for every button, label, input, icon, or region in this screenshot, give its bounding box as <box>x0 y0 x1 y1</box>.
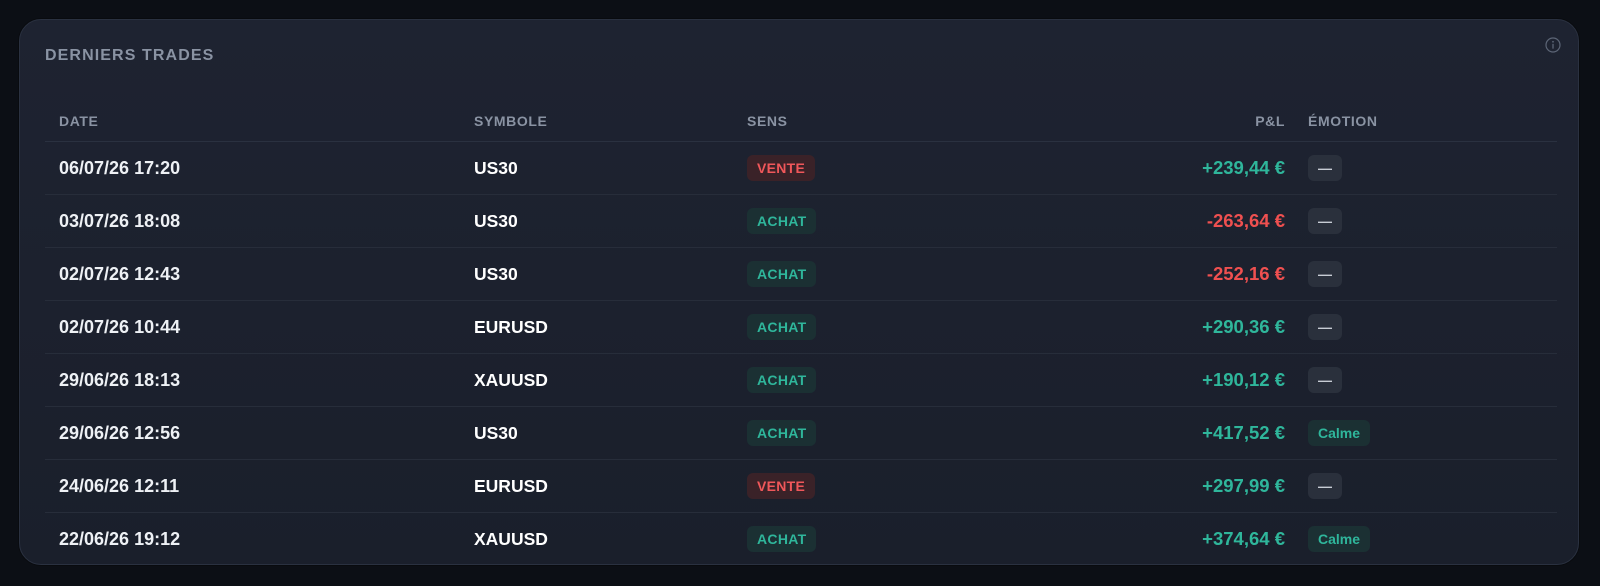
table-header-row: DATE SYMBOLE SENS P&L ÉMOTION <box>45 100 1557 142</box>
trade-date: 24/06/26 12:11 <box>59 475 180 496</box>
column-header-date[interactable]: DATE <box>59 113 98 129</box>
table-row[interactable]: 24/06/26 12:11 EURUSD VENTE +297,99 € — <box>45 460 1557 513</box>
trade-symbol: EURUSD <box>474 316 548 337</box>
recent-trades-card: DERNIERS TRADES DATE SYMBOLE SENS P&L ÉM… <box>19 19 1579 565</box>
side-badge: VENTE <box>747 155 816 181</box>
card-title: DERNIERS TRADES <box>45 47 215 64</box>
trade-pnl: -263,64 € <box>1206 210 1285 231</box>
trade-date: 02/07/26 12:43 <box>59 263 181 284</box>
column-header-symbol[interactable]: SYMBOLE <box>474 113 547 129</box>
trade-symbol: US30 <box>474 210 518 231</box>
emotion-badge[interactable]: — <box>1308 367 1342 393</box>
trade-symbol: XAUUSD <box>474 369 548 390</box>
trade-date: 22/06/26 19:12 <box>59 528 181 549</box>
table-row[interactable]: 02/07/26 12:43 US30 ACHAT -252,16 € — <box>45 248 1557 301</box>
table-row[interactable]: 03/07/26 18:08 US30 ACHAT -263,64 € — <box>45 195 1557 248</box>
trade-symbol: EURUSD <box>474 475 548 496</box>
trade-date: 06/07/26 17:20 <box>59 157 181 178</box>
trade-pnl: -252,16 € <box>1206 263 1285 284</box>
trade-date: 03/07/26 18:08 <box>59 210 181 231</box>
trade-symbol: US30 <box>474 157 518 178</box>
table-row[interactable]: 02/07/26 10:44 EURUSD ACHAT +290,36 € — <box>45 301 1557 354</box>
trade-pnl: +239,44 € <box>1202 157 1285 178</box>
trades-table: DATE SYMBOLE SENS P&L ÉMOTION 06/07/26 1… <box>45 100 1557 565</box>
emotion-badge[interactable]: — <box>1308 314 1342 340</box>
emotion-badge[interactable]: Calme <box>1308 526 1371 552</box>
side-badge: ACHAT <box>747 420 817 446</box>
trade-symbol: US30 <box>474 263 518 284</box>
column-header-emotion[interactable]: ÉMOTION <box>1308 113 1378 129</box>
table-row[interactable]: 06/07/26 17:20 US30 VENTE +239,44 € — <box>45 142 1557 195</box>
side-badge: VENTE <box>747 473 816 499</box>
trade-pnl: +374,64 € <box>1202 528 1285 549</box>
trade-date: 02/07/26 10:44 <box>59 316 181 337</box>
trade-symbol: XAUUSD <box>474 528 548 549</box>
table-row[interactable]: 29/06/26 18:13 XAUUSD ACHAT +190,12 € — <box>45 354 1557 407</box>
table-row[interactable]: 22/06/26 19:12 XAUUSD ACHAT +374,64 € Calme <box>45 513 1557 565</box>
table-row[interactable]: 29/06/26 12:56 US30 ACHAT +417,52 € Calme <box>45 407 1557 460</box>
side-badge: ACHAT <box>747 314 817 340</box>
trade-date: 29/06/26 18:13 <box>59 369 181 390</box>
emotion-badge[interactable]: — <box>1308 155 1342 181</box>
emotion-badge[interactable]: — <box>1308 208 1342 234</box>
trade-pnl: +417,52 € <box>1202 422 1285 443</box>
trade-date: 29/06/26 12:56 <box>59 422 181 443</box>
emotion-badge[interactable]: Calme <box>1308 420 1371 446</box>
column-header-side[interactable]: SENS <box>747 113 788 129</box>
trade-symbol: US30 <box>474 422 518 443</box>
side-badge: ACHAT <box>747 208 817 234</box>
side-badge: ACHAT <box>747 367 817 393</box>
column-header-pnl[interactable]: P&L <box>1255 113 1285 129</box>
table-body: 06/07/26 17:20 US30 VENTE +239,44 € —03/07/2… <box>45 142 1557 565</box>
side-badge: ACHAT <box>747 261 817 287</box>
emotion-badge[interactable]: — <box>1308 261 1342 287</box>
trade-pnl: +190,12 € <box>1202 369 1285 390</box>
emotion-badge[interactable]: — <box>1308 473 1342 499</box>
info-icon[interactable] <box>1545 37 1561 53</box>
side-badge: ACHAT <box>747 526 817 552</box>
trade-pnl: +297,99 € <box>1202 475 1285 496</box>
trade-pnl: +290,36 € <box>1202 316 1285 337</box>
